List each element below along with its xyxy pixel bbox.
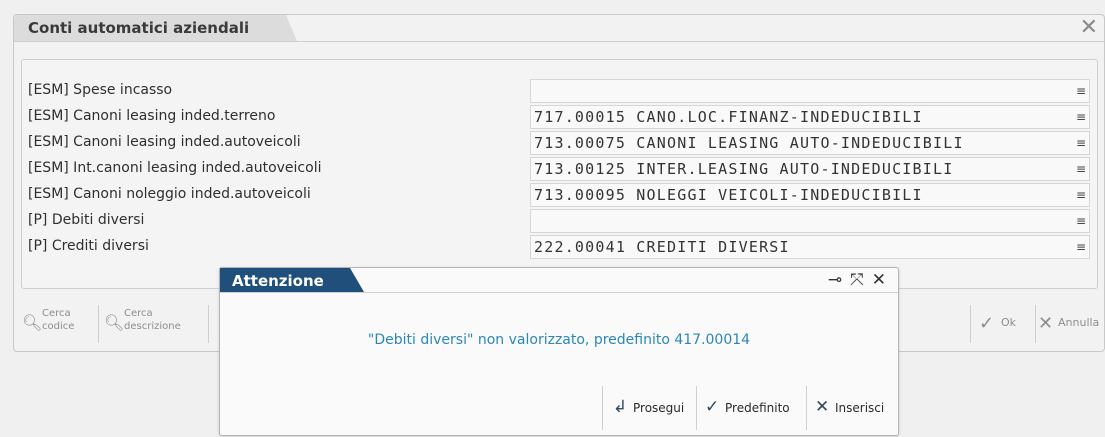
field-value: 717.00015 CANO.LOC.FINANZ-INDEDUCIBILI — [534, 108, 923, 126]
insert-label: Inserisci — [835, 401, 885, 415]
row-label: [ESM] Spese incasso — [28, 82, 173, 98]
row-label: [ESM] Canoni leasing inded.terreno — [28, 108, 276, 124]
cancel-button[interactable]: ✕ Annulla — [1036, 305, 1105, 343]
form-row: [ESM] Int.canoni leasing inded.autoveico… — [22, 156, 1097, 182]
close-icon[interactable]: ✕ — [872, 270, 886, 290]
search-code-label-2: codice — [42, 321, 75, 332]
dialog-title: Attenzione — [232, 272, 324, 290]
form-row: [ESM] Spese incasso ≡ — [22, 78, 1097, 104]
window-title: Conti automatici aziendali — [28, 19, 250, 37]
check-icon: ✓ — [705, 397, 720, 417]
account-field[interactable]: 222.00041 CREDITI DIVERSI ≡ — [530, 235, 1090, 259]
row-label: [ESM] Canoni noleggio inded.autoveicoli — [28, 186, 311, 202]
field-value: 222.00041 CREDITI DIVERSI — [534, 238, 790, 256]
check-icon: ✓ — [979, 313, 995, 334]
menu-icon[interactable]: ≡ — [1076, 184, 1086, 206]
dialog-divider — [220, 292, 898, 293]
search-code-button[interactable]: 🔍︎ Cerca codice — [22, 305, 99, 343]
accounts-form: [ESM] Spese incasso ≡ [ESM] Canoni leasi… — [21, 59, 1098, 289]
row-label: [P] Crediti diversi — [28, 238, 149, 254]
account-field[interactable]: 713.00075 CANONI LEASING AUTO-INDEDUCIBI… — [530, 131, 1090, 155]
proceed-button[interactable]: ↲ Prosegui — [602, 386, 695, 430]
row-label: [P] Debiti diversi — [28, 212, 145, 228]
account-field[interactable]: ≡ — [530, 209, 1090, 233]
insert-button[interactable]: ✕ Inserisci — [806, 386, 899, 430]
account-field[interactable]: 717.00015 CANO.LOC.FINANZ-INDEDUCIBILI ≡ — [530, 105, 1090, 129]
cancel-label: Annulla — [1058, 316, 1100, 329]
menu-icon[interactable]: ≡ — [1076, 80, 1086, 102]
search-desc-label-1: Cerca — [124, 308, 153, 319]
search-icon: 🔍︎ — [22, 313, 43, 332]
menu-icon[interactable]: ≡ — [1076, 210, 1086, 232]
return-arrow-icon: ↲ — [613, 397, 628, 417]
close-icon: ✕ — [1038, 313, 1054, 334]
search-code-label-1: Cerca — [42, 308, 71, 319]
ok-button[interactable]: ✓ Ok — [970, 305, 1036, 343]
close-icon: ✕ — [815, 397, 830, 417]
ok-label: Ok — [1001, 316, 1017, 329]
form-row: [P] Debiti diversi ≡ — [22, 208, 1097, 234]
menu-icon[interactable]: ≡ — [1076, 158, 1086, 180]
close-icon[interactable]: ✕ — [1080, 17, 1098, 39]
menu-icon[interactable]: ≡ — [1076, 236, 1086, 258]
row-label: [ESM] Int.canoni leasing inded.autoveico… — [28, 160, 322, 176]
field-value: 713.00095 NOLEGGI VEICOLI-INDEDUCIBILI — [534, 186, 923, 204]
expand-icon[interactable]: ⤧ — [850, 270, 864, 290]
form-row: [P] Crediti diversi 222.00041 CREDITI DI… — [22, 234, 1097, 260]
row-label: [ESM] Canoni leasing inded.autoveicoli — [28, 134, 301, 150]
form-row: [ESM] Canoni leasing inded.terreno 717.0… — [22, 104, 1097, 130]
search-description-button[interactable]: 🔍︎ Cerca descrizione — [104, 305, 209, 343]
menu-icon[interactable]: ≡ — [1076, 132, 1086, 154]
menu-icon[interactable]: ≡ — [1076, 106, 1086, 128]
field-value: 713.00125 INTER.LEASING AUTO-INDEDUCIBIL… — [534, 160, 954, 178]
dialog-controls: ⊸ ⤧ ✕ — [820, 270, 886, 290]
title-divider — [14, 41, 1104, 42]
search-desc-label-2: descrizione — [124, 321, 181, 332]
default-button[interactable]: ✓ Predefinito — [696, 386, 805, 430]
warning-dialog: Attenzione ⊸ ⤧ ✕ "Debiti diversi" non valo… — [219, 267, 899, 436]
form-row: [ESM] Canoni leasing inded.autoveicoli 7… — [22, 130, 1097, 156]
form-row: [ESM] Canoni noleggio inded.autoveicoli … — [22, 182, 1097, 208]
proceed-label: Prosegui — [633, 401, 685, 415]
account-field[interactable]: ≡ — [530, 79, 1090, 103]
pin-icon[interactable]: ⊸ — [828, 270, 842, 290]
account-field[interactable]: 713.00095 NOLEGGI VEICOLI-INDEDUCIBILI ≡ — [530, 183, 1090, 207]
search-icon: 🔍︎ — [104, 313, 125, 332]
dialog-buttons: ↲ Prosegui ✓ Predefinito ✕ Inserisci — [602, 386, 898, 434]
account-field[interactable]: 713.00125 INTER.LEASING AUTO-INDEDUCIBIL… — [530, 157, 1090, 181]
dialog-message: "Debiti diversi" non valorizzato, predef… — [367, 332, 751, 348]
field-value: 713.00075 CANONI LEASING AUTO-INDEDUCIBI… — [534, 134, 964, 152]
default-label: Predefinito — [725, 401, 790, 415]
